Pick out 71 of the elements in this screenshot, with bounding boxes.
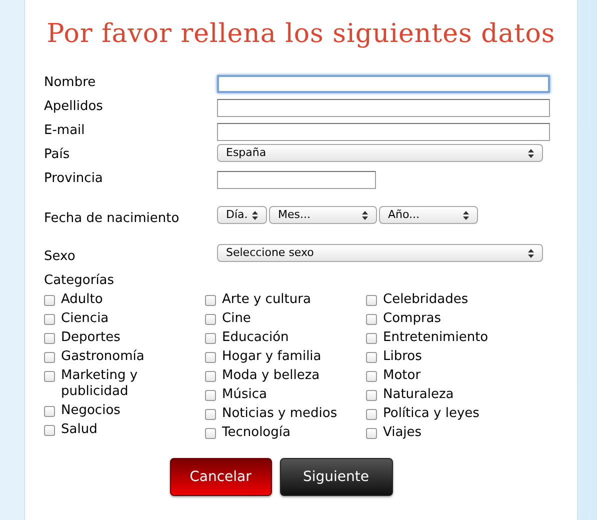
- category-checkbox[interactable]: [205, 294, 216, 306]
- field-label: Nombre: [44, 74, 97, 92]
- categories-label: Categorías: [44, 272, 116, 290]
- category-label: Educación: [222, 330, 289, 346]
- category-checkbox[interactable]: [366, 314, 377, 324]
- field-label: Apellidos: [44, 98, 104, 116]
- field-label: Fecha de nacimiento: [44, 210, 180, 228]
- category-label: Música: [222, 386, 267, 402]
- next-button[interactable]: Siguiente: [280, 458, 392, 496]
- category-checkbox[interactable]: [366, 408, 377, 420]
- category-label: Negocios: [61, 402, 120, 418]
- field-label: País: [44, 146, 71, 164]
- dropdown-arrows-icon: [463, 210, 469, 220]
- category-label: Marketing y publicidad: [61, 368, 139, 400]
- category-checkbox[interactable]: [44, 424, 55, 436]
- category-label: Libros: [383, 348, 422, 364]
- category-label: Entretenimiento: [383, 330, 488, 346]
- category-checkbox[interactable]: [44, 332, 55, 344]
- form-title: Por favor rellena los siguientes datos: [46, 18, 556, 51]
- dropdown-arrows-icon: [252, 210, 258, 220]
- category-label: Salud: [61, 422, 98, 438]
- category-checkbox[interactable]: [366, 294, 377, 306]
- category-label: Deportes: [61, 330, 120, 346]
- category-checkbox[interactable]: [44, 352, 55, 362]
- category-checkbox[interactable]: [44, 406, 55, 416]
- category-checkbox[interactable]: [366, 370, 377, 382]
- category-label: Política y leyes: [383, 406, 480, 422]
- category-label: Adulto: [61, 292, 103, 308]
- category-label: Gastronomía: [61, 348, 144, 364]
- category-label: Ciencia: [61, 310, 109, 326]
- dropdown-arrows-icon: [528, 148, 534, 158]
- category-checkbox[interactable]: [44, 370, 55, 382]
- category-checkbox[interactable]: [205, 332, 216, 344]
- field-label: Sexo: [44, 248, 76, 266]
- category-label: Moda y belleza: [222, 368, 320, 384]
- dropdown-arrows-icon: [362, 210, 368, 220]
- category-label: Tecnología: [222, 424, 290, 440]
- select-field[interactable]: Día.: [217, 206, 267, 224]
- dropdown-arrows-icon: [528, 248, 534, 258]
- text-field[interactable]: [217, 123, 550, 141]
- category-checkbox[interactable]: [366, 332, 377, 344]
- category-checkbox[interactable]: [366, 428, 377, 438]
- category-label: Celebridades: [383, 292, 468, 308]
- category-label: Viajes: [383, 424, 422, 440]
- text-field[interactable]: [217, 171, 376, 189]
- category-label: Arte y cultura: [222, 292, 311, 308]
- category-checkbox[interactable]: [205, 370, 216, 382]
- select-field[interactable]: Mes...: [269, 206, 377, 224]
- category-checkbox[interactable]: [205, 428, 216, 438]
- field-label: Provincia: [44, 170, 104, 188]
- select-field[interactable]: España: [217, 144, 543, 162]
- category-label: Noticias y medios: [222, 406, 338, 422]
- category-checkbox[interactable]: [205, 314, 216, 324]
- text-field[interactable]: [217, 75, 550, 93]
- category-label: Motor: [383, 368, 421, 384]
- category-label: Cine: [222, 310, 251, 326]
- category-label: Naturaleza: [383, 386, 454, 402]
- category-checkbox[interactable]: [44, 294, 55, 306]
- category-checkbox[interactable]: [366, 390, 377, 400]
- category-label: Compras: [383, 310, 442, 326]
- text-field[interactable]: [217, 99, 550, 117]
- category-checkbox[interactable]: [205, 390, 216, 400]
- field-label: E-mail: [44, 122, 86, 140]
- cancel-button[interactable]: Cancelar: [170, 458, 272, 496]
- category-checkbox[interactable]: [205, 352, 216, 362]
- select-field[interactable]: Seleccione sexo: [217, 244, 543, 262]
- category-checkbox[interactable]: [205, 408, 216, 420]
- category-label: Hogar y familia: [222, 348, 322, 364]
- category-checkbox[interactable]: [44, 314, 55, 324]
- category-checkbox[interactable]: [366, 352, 377, 362]
- select-field[interactable]: Año...: [379, 206, 478, 224]
